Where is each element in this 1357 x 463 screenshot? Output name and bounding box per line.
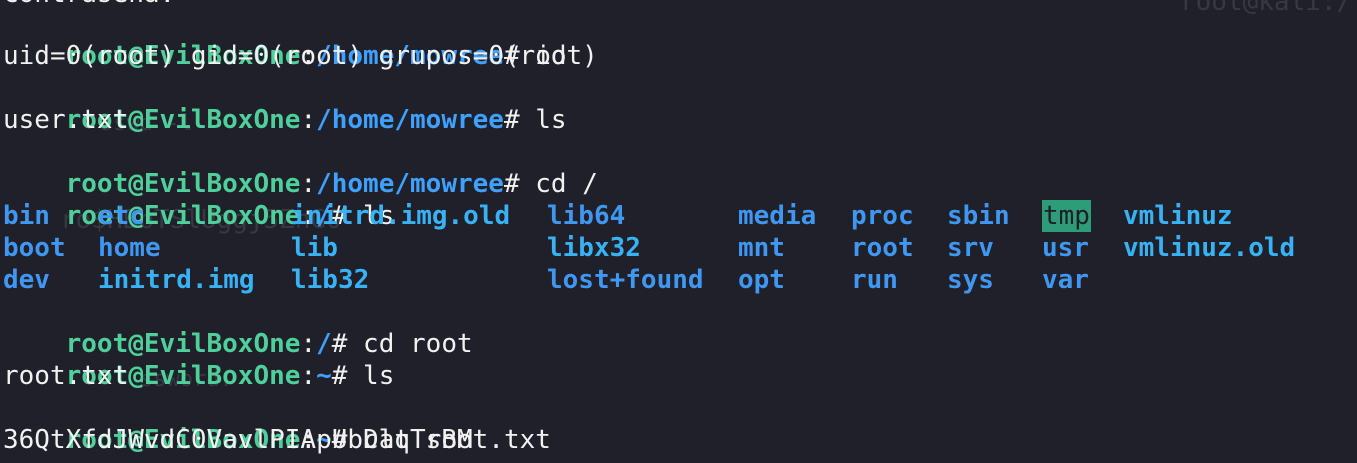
prompt-line: root@EvilBoxOne:/home/mowree# ls <box>65 105 567 135</box>
ghost-text: root@kali:/ <box>1180 0 1353 17</box>
prompt-line: root@EvilBoxOne:~# cat root.txt <box>65 425 551 455</box>
dir-entry: mnt <box>738 233 785 263</box>
symlink-entry: lib <box>291 233 338 263</box>
prompt-line: root@EvilBoxOne:~# ls <box>65 361 395 391</box>
dir-entry: run <box>851 265 898 295</box>
symlink-entry: vmlinuz.old <box>1123 233 1296 263</box>
output-line: root.txt <box>3 361 129 391</box>
dir-entry: proc <box>851 201 914 231</box>
command-text: ls <box>519 105 567 135</box>
dir-entry: opt <box>738 265 785 295</box>
command-text: ls <box>347 361 395 391</box>
prompt-path: /home/mowree <box>316 105 504 135</box>
prompt-path: ~ <box>316 361 332 391</box>
prompt-line: root@EvilBoxOne:/home/mowree# cd / <box>65 169 598 199</box>
sticky-dir-entry: tmp <box>1042 200 1091 232</box>
dir-entry: dev <box>3 265 50 295</box>
dir-entry: sbin <box>947 201 1010 231</box>
dir-entry: lost+found <box>547 265 704 295</box>
dir-entry: home <box>98 233 161 263</box>
symlink-entry: libx32 <box>547 233 641 263</box>
symlink-entry: lib32 <box>291 265 370 295</box>
dir-entry: srv <box>947 233 994 263</box>
flag-output-line: 36QtXfdJWvdC0VavlPIApUbDlqTsBM <box>3 425 473 455</box>
dir-entry: usr <box>1042 233 1089 263</box>
terminal-window[interactable]: root@kali:/ sswd -l ro$HBbTSlUggj5ZhG0 s… <box>0 0 1357 463</box>
symlink-entry: initrd.img <box>98 265 255 295</box>
prompt-line: root@EvilBoxOne:/# cd root <box>65 329 473 359</box>
dir-entry: bin <box>3 201 50 231</box>
symlink-entry: initrd.img.old <box>291 201 511 231</box>
dir-entry: root <box>851 233 914 263</box>
dir-entry: lib64 <box>547 201 626 231</box>
dir-entry: media <box>738 201 817 231</box>
dir-entry: etc <box>98 201 145 231</box>
prompt-line: root@EvilBoxOne:/# ls <box>65 201 395 231</box>
command-text: cd / <box>519 169 598 199</box>
dir-entry: sys <box>947 265 994 295</box>
output-line: uid=0(root) gid=0(root) grupos=0(root) <box>3 41 598 71</box>
output-line: user.txt <box>3 105 129 135</box>
prompt-line: root@EvilBoxOne:/home/mowree# id <box>65 41 567 71</box>
dir-entry: var <box>1042 265 1089 295</box>
dir-entry: boot <box>3 233 66 263</box>
symlink-entry: vmlinuz <box>1123 201 1233 231</box>
